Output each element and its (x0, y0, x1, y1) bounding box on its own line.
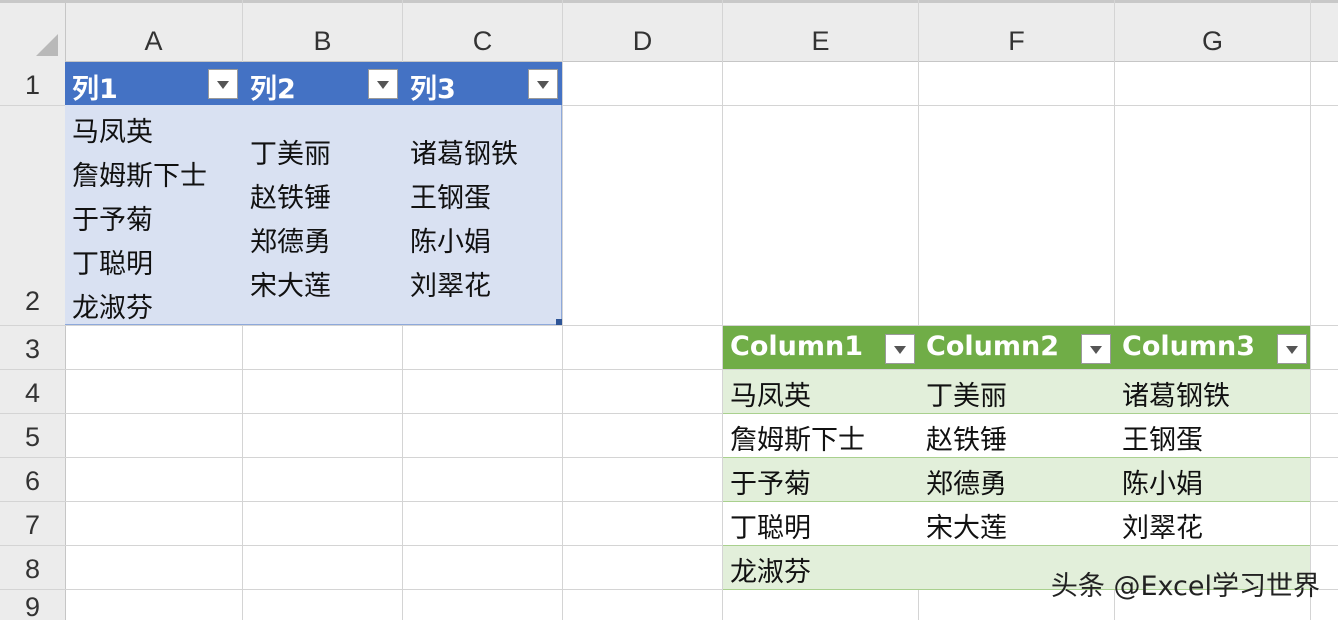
row-header-6[interactable]: 6 (0, 457, 65, 497)
table2-cell[interactable]: 陈小娟 (1122, 462, 1203, 501)
table2-header-col2[interactable]: Column2 (926, 331, 1059, 362)
row-header-8[interactable]: 8 (0, 545, 65, 585)
column-header-a[interactable]: A (65, 22, 242, 61)
row-header-5[interactable]: 5 (0, 413, 65, 453)
select-all-button[interactable] (36, 34, 58, 56)
table2-cell[interactable]: 郑德勇 (926, 462, 1007, 501)
table1-cell[interactable]: 丁聪明 (72, 242, 153, 281)
table2-cell[interactable]: 龙淑芬 (730, 550, 811, 589)
table2-cell[interactable]: 王钢蛋 (1122, 418, 1203, 457)
table1-cell[interactable]: 王钢蛋 (410, 176, 491, 215)
table1-cell[interactable]: 陈小娟 (410, 220, 491, 259)
table2-plain-row (723, 502, 1310, 546)
gridline (562, 0, 563, 620)
column-header-b[interactable]: B (243, 22, 402, 61)
row-header-3[interactable]: 3 (0, 325, 65, 365)
row-header-2[interactable]: 2 (0, 105, 65, 317)
table1-cell[interactable]: 赵铁锤 (250, 176, 331, 215)
table2-cell[interactable]: 丁聪明 (730, 506, 811, 545)
table2-cell[interactable]: 诸葛钢铁 (1122, 374, 1230, 413)
filter-dropdown-button[interactable] (1081, 334, 1111, 364)
spreadsheet-grid: A B C D E F G 1 2 3 4 5 6 7 8 9 列1 列2 列3… (0, 0, 1338, 623)
column-header-f[interactable]: F (919, 22, 1114, 61)
gridline (1310, 0, 1311, 620)
filter-dropdown-button[interactable] (1277, 334, 1307, 364)
table2-cell[interactable]: 宋大莲 (926, 506, 1007, 545)
table2-cell[interactable]: 詹姆斯下士 (730, 418, 865, 457)
column-header-c[interactable]: C (403, 22, 562, 61)
table1-cell[interactable]: 于予菊 (72, 198, 153, 237)
table1-cell[interactable]: 马凤英 (72, 110, 153, 149)
table1-cell[interactable]: 诸葛钢铁 (410, 132, 518, 171)
filter-dropdown-button[interactable] (368, 69, 398, 99)
table2 (723, 326, 1310, 590)
table1-header-col1[interactable]: 列1 (72, 67, 118, 106)
table1-header-col2[interactable]: 列2 (250, 67, 296, 106)
table1-header-row (65, 62, 562, 105)
table2-cell[interactable]: 于予菊 (730, 462, 811, 501)
toolbar-edge (0, 0, 1338, 3)
row-header-9[interactable]: 9 (0, 589, 65, 623)
table2-cell[interactable]: 赵铁锤 (926, 418, 1007, 457)
table1-cell[interactable]: 宋大莲 (250, 264, 331, 303)
row-header-7[interactable]: 7 (0, 501, 65, 541)
column-header-e[interactable]: E (723, 22, 918, 61)
table1-cell[interactable]: 龙淑芬 (72, 286, 153, 325)
table2-header-col1[interactable]: Column1 (730, 331, 863, 362)
table1-cell[interactable]: 丁美丽 (250, 132, 331, 171)
row-header-1[interactable]: 1 (0, 61, 65, 101)
table1-cell[interactable]: 刘翠花 (410, 264, 491, 303)
table1-cell[interactable]: 郑德勇 (250, 220, 331, 259)
table1-resize-handle[interactable] (556, 319, 562, 325)
watermark: 头条 @Excel学习世界 (1050, 571, 1320, 602)
column-header-g[interactable]: G (1115, 22, 1310, 61)
filter-dropdown-button[interactable] (528, 69, 558, 99)
column-header-d[interactable]: D (563, 22, 722, 61)
table2-cell[interactable]: 丁美丽 (926, 374, 1007, 413)
table2-cell[interactable]: 刘翠花 (1122, 506, 1203, 545)
table2-header-col3[interactable]: Column3 (1122, 331, 1255, 362)
table2-cell[interactable]: 马凤英 (730, 374, 811, 413)
filter-dropdown-button[interactable] (885, 334, 915, 364)
table1-cell[interactable]: 詹姆斯下士 (72, 154, 207, 193)
row-header-4[interactable]: 4 (0, 369, 65, 409)
filter-dropdown-button[interactable] (208, 69, 238, 99)
table2-band-row (723, 458, 1310, 502)
table1-header-col3[interactable]: 列3 (410, 67, 456, 106)
